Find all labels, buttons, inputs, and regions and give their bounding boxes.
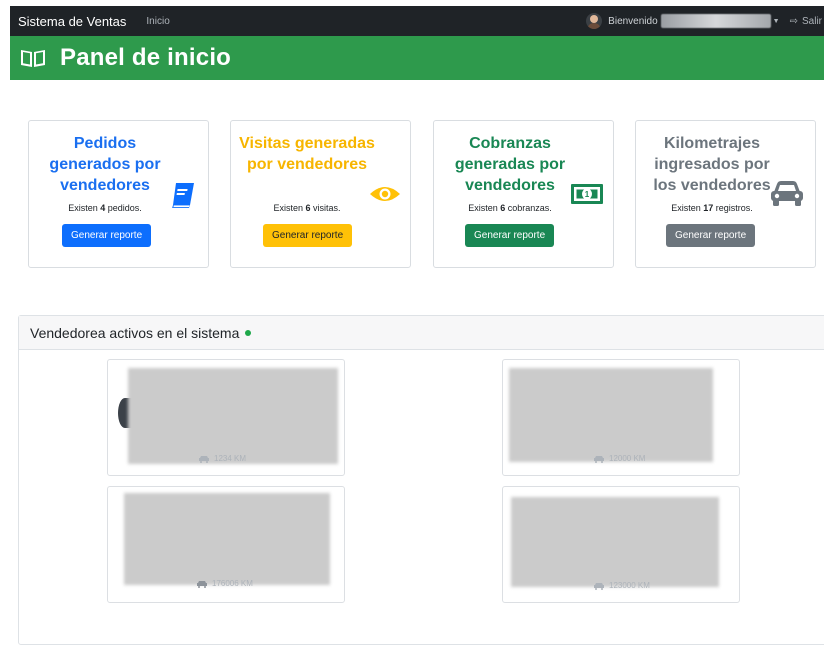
card-count: 6 [500,203,506,213]
active-sellers-panel: Vendedorea activos en el sistema 1234 KM… [18,315,824,645]
page-header: Panel de inicio [10,36,824,80]
card-title: Visitas generadas por vendedores [239,135,375,173]
seller-km: 1234 KM [198,454,246,463]
card-title: Pedidos generados por vendedores [49,135,161,194]
card-kilometrajes: Kilometrajes ingresados por los vendedor… [635,120,816,268]
seller-km: 176006 KM [196,579,253,588]
svg-text:1: 1 [585,190,590,199]
generate-report-button-pedidos[interactable]: Generar reporte [62,224,152,247]
seller-km: 12000 KM [593,454,645,463]
car-icon [594,582,604,590]
panel-title: Vendedorea activos en el sistema [30,324,240,341]
user-avatar [586,13,603,29]
car-icon [199,455,209,463]
navbar-brand[interactable]: Sistema de Ventas [18,14,126,29]
panel-header: Vendedorea activos en el sistema [19,316,824,350]
book-open-icon [21,50,45,67]
seller-info-redacted [511,497,719,587]
logout-link[interactable]: ⇨ Salir [790,16,824,27]
user-dropdown-caret-icon[interactable]: ▼ [773,18,780,25]
welcome-text: Bienvenido [608,15,658,27]
seller-info-redacted [128,368,338,464]
page-title: Panel de inicio [60,44,232,71]
top-navbar: Sistema de Ventas Inicio Bienvenido ▼ ⇨ … [10,6,824,36]
card-cobranzas: Cobranzas generadas por vendedores 1 Exi… [433,120,614,268]
seller-info-redacted [509,368,713,462]
seller-card[interactable]: 176006 KM [107,486,345,603]
card-title: Kilometrajes ingresados por los vendedor… [653,135,771,194]
eye-icon [370,187,400,201]
seller-card[interactable]: 1234 KM [107,359,345,476]
card-count: 4 [100,203,106,213]
card-title: Cobranzas generadas por vendedores [454,135,566,194]
logout-label: Salir [801,15,822,27]
card-pedidos: Pedidos generados por vendedores Existen… [28,120,209,268]
card-count: 6 [305,203,311,213]
card-description: Existen 6 visitas. [273,203,341,213]
navbar-user-area: Bienvenido ▼ ⇨ Salir [586,6,824,36]
generate-report-button-visitas[interactable]: Generar reporte [263,224,353,247]
card-description: Existen 6 cobranzas. [468,203,552,213]
sign-out-icon: ⇨ [789,15,798,27]
nav-link-home[interactable]: Inicio [146,16,169,27]
generate-report-button-kilometrajes[interactable]: Generar reporte [666,224,756,247]
card-visitas: Visitas generadas por vendedores Existen… [230,120,411,268]
seller-km: 123000 KM [593,581,650,590]
car-icon [594,455,604,463]
money-bill-icon: 1 [571,184,603,204]
card-count: 17 [703,203,714,213]
seller-card[interactable]: 12000 KM [502,359,740,476]
generate-report-button-cobranzas[interactable]: Generar reporte [465,224,555,247]
car-icon [197,580,207,588]
seller-info-redacted [124,493,330,585]
card-description: Existen 17 registros. [671,203,753,213]
seller-card[interactable]: 123000 KM [502,486,740,603]
online-status-dot [245,329,252,336]
username-redacted[interactable] [660,14,771,28]
card-description: Existen 4 pedidos. [68,203,142,213]
